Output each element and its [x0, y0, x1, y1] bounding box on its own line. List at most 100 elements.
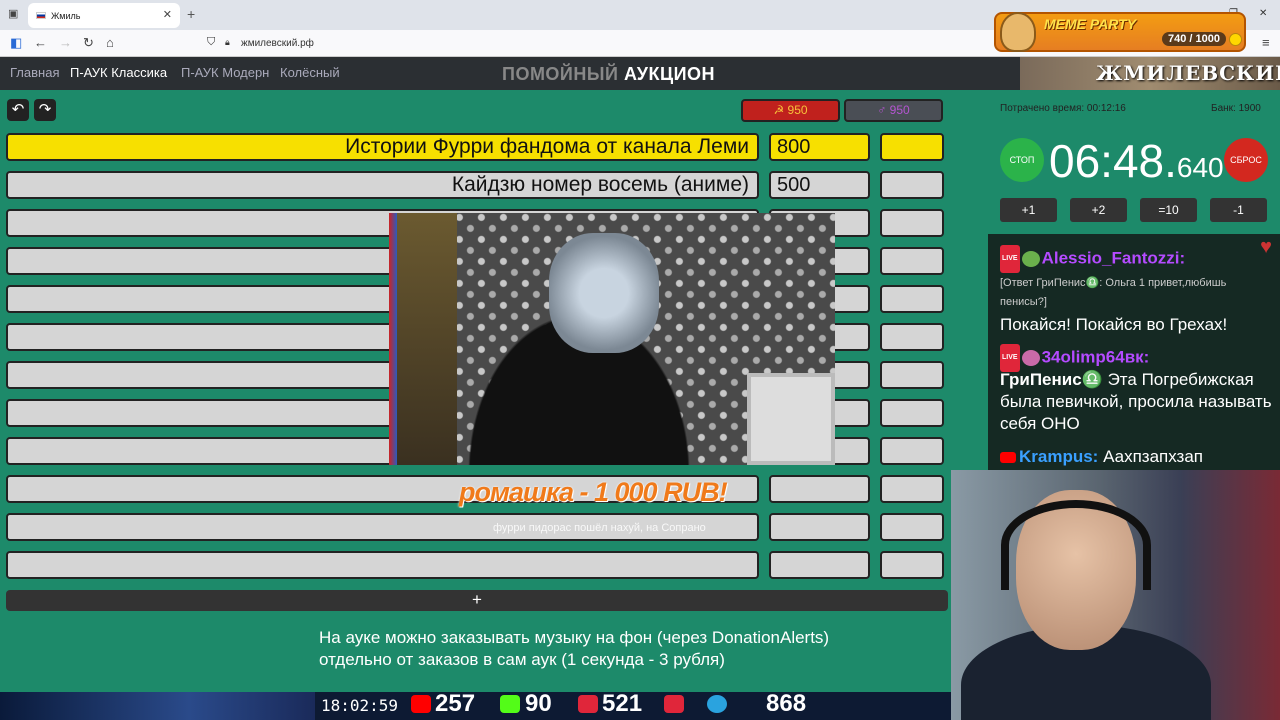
vk-live-icon	[578, 695, 598, 713]
telegram-icon	[707, 695, 727, 713]
russia-flag-icon	[36, 12, 46, 19]
nav-wheel[interactable]: Колёсный	[280, 65, 340, 80]
meme-party-counter: 740 / 1000	[1162, 32, 1226, 46]
chat-text: ГриПенис♎ Эта Погребижская была певичкой…	[1000, 370, 1272, 433]
lot-extra-input[interactable]	[880, 247, 944, 275]
donation-video	[389, 213, 835, 465]
lock-icon: 🔒︎	[225, 37, 230, 47]
url-field[interactable]: ⛉ 🔒︎ жмилевский.рф	[203, 33, 993, 54]
tab-title: Жмиль	[51, 10, 81, 21]
telegram-count: 868	[766, 690, 807, 717]
live-icon: LIVE	[1000, 344, 1020, 372]
coin-icon	[1229, 33, 1242, 46]
lot-extra-input[interactable]	[880, 551, 944, 579]
lot-extra-input[interactable]	[880, 285, 944, 313]
chat-message: Krampus: Аахпзапхзап	[1000, 446, 1203, 468]
stream-bottom-bar	[0, 692, 951, 720]
lot-extra-input[interactable]	[880, 475, 944, 503]
lot-extra-input[interactable]	[880, 361, 944, 389]
lot-extra-input[interactable]	[880, 133, 944, 161]
meme-party-widget: MEME PARTY 740 / 1000	[994, 12, 1246, 52]
video-flag-stripe	[389, 213, 397, 465]
meme-party-title: MEME PARTY	[1044, 16, 1137, 32]
reload-icon[interactable]: ↻	[83, 35, 94, 51]
lot-amount-input[interactable]	[769, 475, 870, 503]
rutube-icon	[664, 695, 684, 713]
close-tab-icon[interactable]: ✕	[163, 8, 172, 21]
shield-icon: ⛉	[207, 36, 216, 48]
lot-row: Истории Фурри фандома от канала Леми 800…	[0, 133, 990, 161]
chat-text: Покайся! Покайся во Грехах!	[1000, 315, 1228, 334]
lot-amount-input[interactable]	[769, 513, 870, 541]
stop-button[interactable]: СТОП	[1000, 138, 1044, 182]
chat-overlay: ♥ LIVE Alessio_Fantozzi: [Ответ ГриПенис♎…	[988, 234, 1280, 470]
lot-extra-input[interactable]	[880, 513, 944, 541]
youtube-icon	[411, 695, 431, 713]
lot-row	[0, 551, 990, 579]
nav-classic[interactable]: П-АУК Классика	[70, 65, 167, 80]
chat-message: LIVE Alessio_Fantozzi:	[1000, 245, 1185, 273]
lot-extra-input[interactable]	[880, 437, 944, 465]
lot-name-input[interactable]: Истории Фурри фандома от канала Леми	[6, 133, 759, 161]
close-window-icon[interactable]: ✕	[1259, 8, 1267, 19]
new-tab-icon[interactable]: +	[187, 6, 195, 22]
lot-amount-input[interactable]	[769, 551, 870, 579]
menu-icon[interactable]: ≡	[1262, 35, 1270, 50]
timer-display: 06:48.640	[1049, 135, 1224, 187]
forward-icon[interactable]: →	[59, 35, 72, 50]
total-red-badge: ☭ 950	[741, 99, 840, 122]
chat-reply-quote: [Ответ ГриПенис♎: Ольга 1 привет,любишь …	[1000, 277, 1227, 308]
headphones-icon	[1001, 500, 1151, 590]
timer-plus2-button[interactable]: +2	[1070, 198, 1127, 222]
total-gray-badge: ♂ 950	[844, 99, 943, 122]
home-icon[interactable]: ⌂	[106, 35, 114, 50]
timer-set10-button[interactable]: =10	[1140, 198, 1197, 222]
donation-message: фурри пидорас пошёл нахуй, на Сопрано	[493, 522, 706, 534]
vk-viewers: 521	[602, 690, 643, 717]
heart-icon: ♥	[1260, 236, 1272, 258]
site-banner: ЖМИЛЕВСКИЙ.РФ	[1020, 57, 1280, 90]
lot-name-input[interactable]: Кайдзю номер восемь (аниме)	[6, 171, 759, 199]
timer-plus1-button[interactable]: +1	[1000, 198, 1057, 222]
lot-name-input[interactable]	[6, 551, 759, 579]
donation-title: ромашка - 1 000 RUB!	[459, 477, 728, 507]
back-icon[interactable]: ←	[34, 35, 47, 50]
lot-amount-input[interactable]: 800	[769, 133, 870, 161]
notice-line-2: отдельно от заказов в сам аук (1 секунда…	[319, 650, 725, 669]
sidebar-icon[interactable]: ◧	[10, 35, 22, 51]
browser-tab[interactable]: Жмиль ✕	[28, 3, 180, 28]
tab-list-icon[interactable]: ▣	[8, 7, 18, 20]
video-monitor	[747, 373, 835, 465]
video-head	[549, 233, 659, 353]
youtube-viewers: 257	[435, 690, 476, 717]
music-notice: На ауке можно заказывать музыку на фон (…	[319, 627, 829, 671]
live-icon: LIVE	[1000, 245, 1020, 273]
nav-modern[interactable]: П-АУК Модерн	[181, 65, 269, 80]
lot-extra-input[interactable]	[880, 209, 944, 237]
stream-clock: 18:02:59	[321, 696, 399, 715]
spent-time: Потрачено время: 00:12:16	[1000, 103, 1126, 114]
lot-extra-input[interactable]	[880, 323, 944, 351]
add-lot-button[interactable]: +	[6, 590, 948, 611]
kick-viewers: 90	[525, 690, 552, 717]
url-text: жмилевский.рф	[241, 38, 314, 49]
redo-button[interactable]: ↷	[34, 99, 56, 121]
lot-amount-input[interactable]: 500	[769, 171, 870, 199]
reset-button[interactable]: СБРОС	[1224, 138, 1268, 182]
lot-extra-input[interactable]	[880, 399, 944, 427]
undo-button[interactable]: ↶	[7, 99, 29, 121]
frog-icon	[1021, 251, 1040, 267]
notice-line-1: На ауке можно заказывать музыку на фон (…	[319, 628, 830, 647]
webcam-feed	[951, 470, 1280, 720]
lot-row: Кайдзю номер восемь (аниме) 500 +	[0, 171, 990, 199]
timer-minus1-button[interactable]: -1	[1210, 198, 1267, 222]
kick-icon	[500, 695, 520, 713]
lot-extra-input[interactable]	[880, 171, 944, 199]
youtube-icon	[1000, 452, 1016, 464]
chat-message: LIVE 34olimp64вк:	[1000, 344, 1149, 372]
bottom-bar-decoration	[0, 692, 315, 720]
nav-home[interactable]: Главная	[10, 65, 59, 80]
bank-value: Банк: 1900	[1211, 103, 1261, 114]
doge-icon	[1000, 12, 1036, 52]
page-title: ПОМОЙНЫЙ АУКЦИОН	[502, 64, 716, 84]
